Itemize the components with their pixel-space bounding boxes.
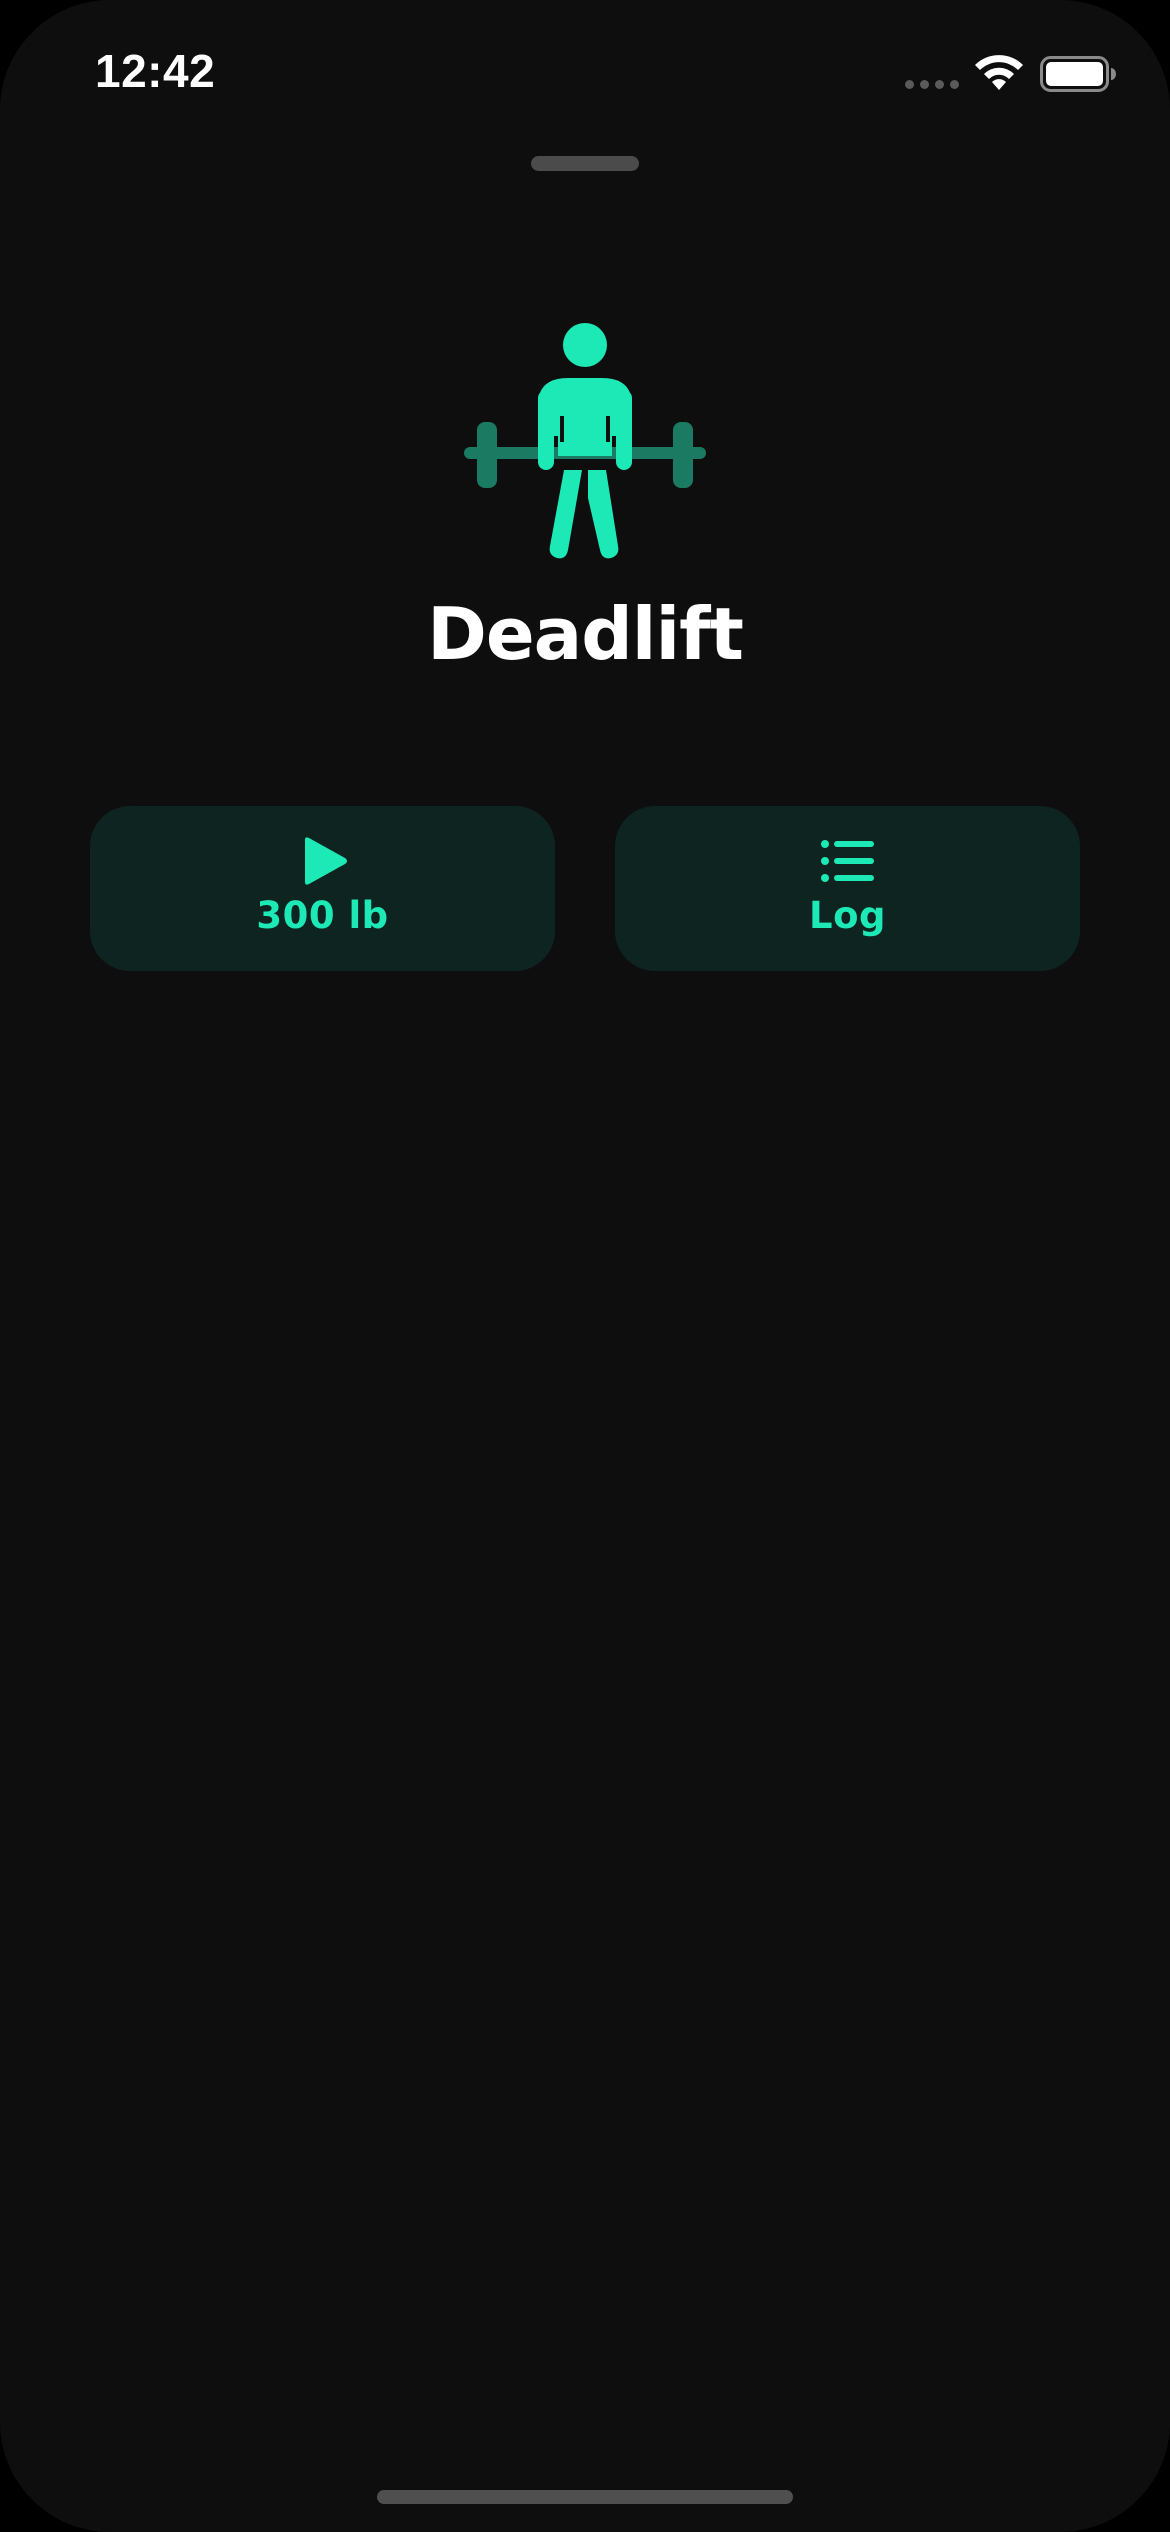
exercise-title: Deadlift [427,592,744,676]
log-label: Log [809,894,886,937]
status-bar: 12:42 [0,0,1170,150]
list-icon [820,840,874,882]
home-indicator[interactable] [377,2490,793,2504]
wifi-icon [975,55,1023,90]
status-time: 12:42 [95,45,216,97]
play-icon [304,837,347,885]
battery-icon [1040,56,1116,92]
deadlift-person-icon [464,323,706,559]
start-set-button[interactable]: 300 lb [90,806,555,971]
app-screen: 12:42 Deadlift 300 lb Log [0,0,1170,2532]
weight-label: 300 lb [256,894,389,937]
sheet-grabber[interactable] [531,156,639,171]
log-button[interactable]: Log [615,806,1080,971]
cellular-signal-icon [905,80,959,89]
